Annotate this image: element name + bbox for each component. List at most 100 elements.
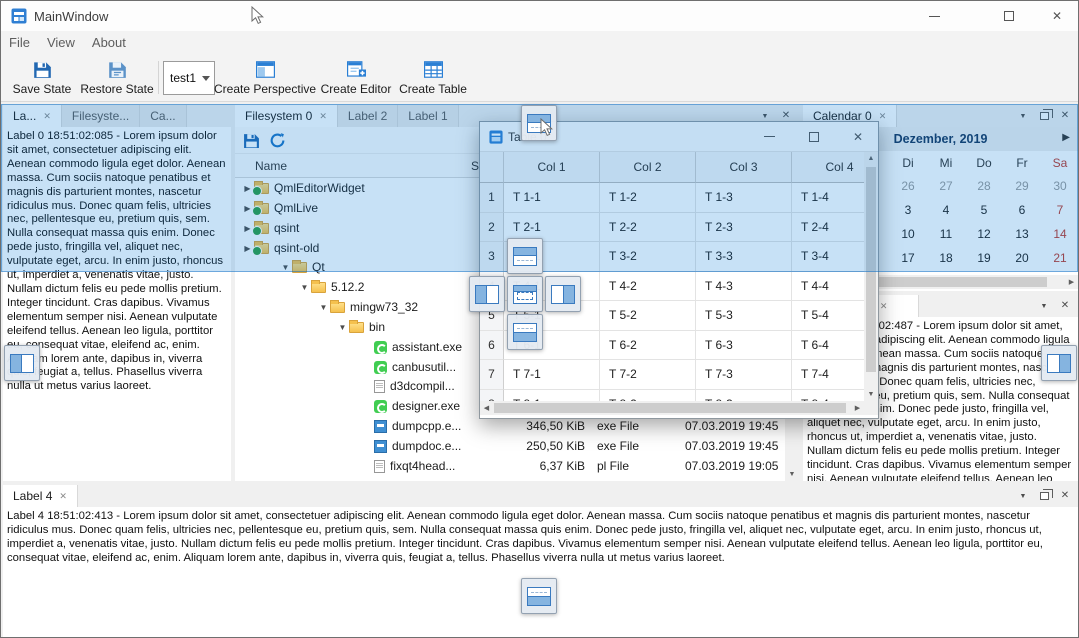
save-icon[interactable]	[243, 132, 260, 149]
column-header[interactable]: Col 1	[504, 152, 600, 183]
save-state-button[interactable]: Save State	[7, 56, 77, 99]
drop-indicator-area-bottom[interactable]	[507, 314, 543, 350]
scroll-up-arrow[interactable]: ▲	[864, 152, 878, 165]
column-header[interactable]: Col 3	[696, 152, 792, 183]
calendar-date[interactable]: 26	[889, 179, 927, 193]
tree-item[interactable]: dumpdoc.e...250,50 KiBexe File07.03.2019…	[235, 436, 783, 456]
perspective-combobox[interactable]: test1	[163, 61, 215, 95]
tabs-menu-button[interactable]: ▼	[1015, 488, 1031, 504]
table-cell[interactable]: T 3-2	[600, 242, 696, 272]
tab-close-icon[interactable]: ✕	[43, 112, 51, 121]
collapse-icon[interactable]: ▼	[298, 283, 311, 292]
collapse-icon[interactable]: ▼	[279, 263, 292, 272]
drop-indicator-window-left[interactable]	[4, 345, 40, 381]
create-editor-button[interactable]: Create Editor	[317, 56, 395, 99]
table-cell[interactable]: T 7-3	[696, 360, 792, 390]
minimize-button[interactable]	[913, 1, 955, 31]
calendar-date[interactable]: 30	[1041, 179, 1078, 193]
table-cell[interactable]: T 2-2	[600, 213, 696, 243]
calendar-date[interactable]: 21	[1041, 251, 1078, 265]
scrollbar-thumb[interactable]	[866, 167, 876, 372]
dock-close-button[interactable]: ✕	[1057, 108, 1073, 124]
table-cell[interactable]: T 5-4	[792, 301, 865, 331]
calendar-next-icon[interactable]: ▶	[1062, 132, 1070, 143]
restore-state-button[interactable]: Restore State	[79, 56, 155, 99]
tab-label2[interactable]: Label 2	[338, 105, 398, 127]
scroll-right-arrow[interactable]: ▶	[851, 401, 864, 415]
table-cell[interactable]: T 8-4	[792, 390, 865, 402]
drop-indicator-area-top[interactable]	[507, 238, 543, 274]
create-table-button[interactable]: Create Table	[397, 56, 469, 99]
calendar-date[interactable]: 10	[889, 227, 927, 241]
tab-filesystem0[interactable]: Filesystem 0 ✕	[235, 105, 338, 127]
dock-close-button[interactable]: ✕	[1057, 298, 1073, 314]
table-cell[interactable]: T 8-1	[504, 390, 600, 402]
dock-close-button[interactable]: ✕	[1057, 488, 1073, 504]
calendar-date[interactable]: 5	[965, 203, 1003, 217]
table-cell[interactable]: T 2-3	[696, 213, 792, 243]
drop-indicator-area-left[interactable]	[469, 276, 505, 312]
tab-label1[interactable]: Label 1	[398, 105, 458, 127]
tab-close-icon[interactable]: ✕	[319, 112, 327, 121]
row-header[interactable]: 2	[480, 213, 504, 243]
table-cell[interactable]: T 2-4	[792, 213, 865, 243]
calendar-date[interactable]: 13	[1003, 227, 1041, 241]
table-cell[interactable]: T 7-4	[792, 360, 865, 390]
tab-close-icon[interactable]: ✕	[879, 112, 887, 121]
calendar-date[interactable]: 29	[1003, 179, 1041, 193]
float-button[interactable]	[1036, 108, 1052, 124]
calendar-date[interactable]: 18	[927, 251, 965, 265]
tree-item[interactable]: fixqt4head...6,37 KiBpl File07.03.2019 1…	[235, 456, 783, 476]
drop-indicator-window-bottom[interactable]	[521, 578, 557, 614]
float-button[interactable]	[1036, 488, 1052, 504]
float-close-button[interactable]: ✕	[836, 122, 880, 151]
drop-indicator-area-right[interactable]	[545, 276, 581, 312]
table-cell[interactable]: T 4-2	[600, 272, 696, 302]
float-minimize-button[interactable]	[747, 122, 791, 151]
close-button[interactable]: ✕	[1036, 1, 1078, 31]
calendar-date[interactable]: 19	[965, 251, 1003, 265]
calendar-date[interactable]: 17	[889, 251, 927, 265]
calendar-date[interactable]: 14	[1041, 227, 1078, 241]
scroll-down-arrow[interactable]: ▼	[864, 388, 878, 401]
row-header[interactable]: 6	[480, 331, 504, 361]
tabs-menu-button[interactable]: ▼	[1015, 108, 1031, 124]
menu-about[interactable]: About	[92, 32, 135, 53]
table-cell[interactable]: T 7-1	[504, 360, 600, 390]
calendar-date[interactable]: 11	[927, 227, 965, 241]
collapse-icon[interactable]: ▼	[317, 303, 330, 312]
calendar-date[interactable]: 6	[1003, 203, 1041, 217]
row-header[interactable]: 3	[480, 242, 504, 272]
calendar-date[interactable]: 7	[1041, 203, 1078, 217]
create-perspective-button[interactable]: Create Perspective	[217, 56, 313, 99]
table-cell[interactable]: T 3-3	[696, 242, 792, 272]
scroll-right-arrow[interactable]: ▶	[1065, 275, 1078, 289]
calendar-date[interactable]: 12	[965, 227, 1003, 241]
row-header[interactable]: 7	[480, 360, 504, 390]
table-cell[interactable]: T 8-3	[696, 390, 792, 402]
table-cell[interactable]: T 6-3	[696, 331, 792, 361]
table-cell[interactable]: T 8-2	[600, 390, 696, 402]
title-bar[interactable]: MainWindow ✕	[1, 1, 1078, 31]
table-cell[interactable]: T 3-4	[792, 242, 865, 272]
tab-label0[interactable]: La... ✕	[3, 105, 62, 127]
calendar-date[interactable]: 4	[927, 203, 965, 217]
calendar-month-title[interactable]: Dezember, 2019	[894, 132, 988, 146]
table-cell[interactable]: T 4-4	[792, 272, 865, 302]
drop-indicator-window-top[interactable]	[521, 105, 557, 141]
tab-calendar1[interactable]: Ca...	[140, 105, 186, 127]
table-corner[interactable]	[480, 152, 504, 183]
drop-indicator-area-center[interactable]	[507, 276, 543, 312]
calendar-date[interactable]: 27	[927, 179, 965, 193]
table-cell[interactable]: T 1-1	[504, 183, 600, 213]
tab-label4[interactable]: Label 4 ✕	[3, 485, 78, 507]
table-cell[interactable]: T 5-3	[696, 301, 792, 331]
calendar-date[interactable]: 20	[1003, 251, 1041, 265]
tabs-menu-button[interactable]: ▼	[1036, 298, 1052, 314]
table-cell[interactable]: T 7-2	[600, 360, 696, 390]
table-cell[interactable]: T 4-3	[696, 272, 792, 302]
tab-close-icon[interactable]: ✕	[59, 492, 67, 501]
tab-close-icon[interactable]: ✕	[880, 302, 888, 311]
table-cell[interactable]: T 1-2	[600, 183, 696, 213]
tab-filesystem1[interactable]: Filesyste...	[62, 105, 140, 127]
